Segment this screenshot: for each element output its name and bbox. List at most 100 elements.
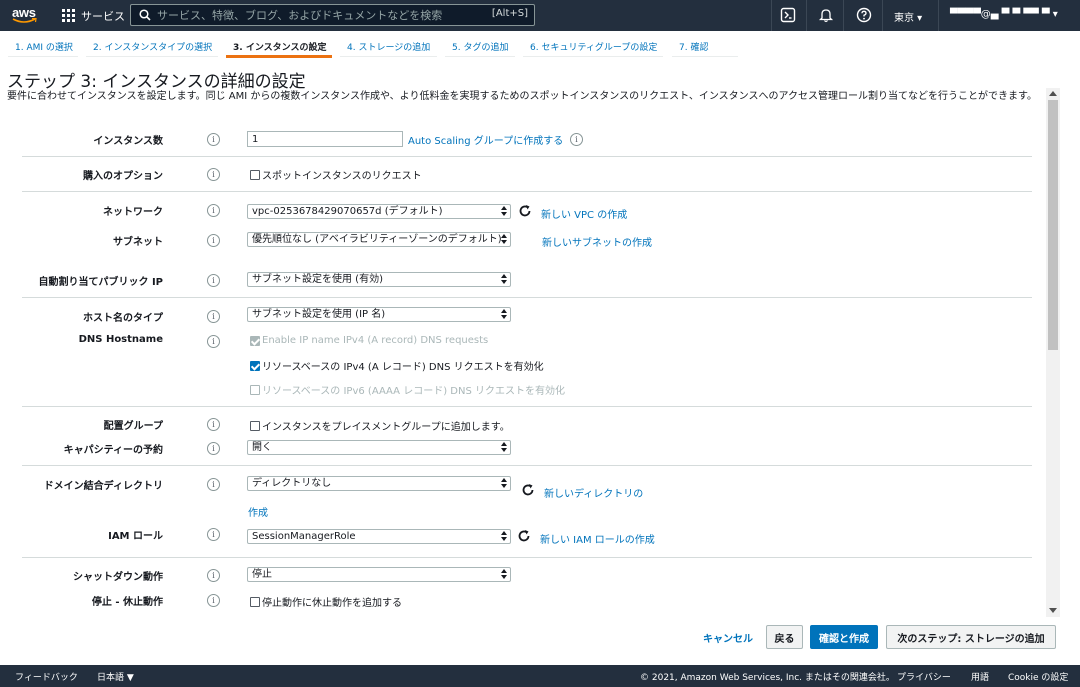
select-arrows-icon (499, 478, 508, 489)
hibernate-checkbox[interactable]: 停止動作に休止動作を追加する (250, 594, 402, 609)
dns-ipv6-resource-label: リソースベースの IPv6 (AAAA レコード) DNS リクエストを有効化 (262, 386, 565, 397)
help-icon[interactable] (856, 7, 872, 23)
domain-directory-label: ドメイン結合ディレクトリ (43, 481, 163, 492)
section-divider (22, 406, 1032, 407)
network-select[interactable]: vpc-0253678429070657d (デフォルト) (247, 204, 511, 219)
search-box[interactable]: [Alt+S] (130, 4, 535, 26)
auto-public-ip-info-icon[interactable]: i (207, 274, 220, 287)
step-tab-storage[interactable]: 4. ストレージの追加 (347, 40, 430, 53)
section-divider (22, 465, 1032, 466)
wizard-steps: 1. AMI の選択 2. インスタンスタイプの選択 3. インスタンスの設定 … (0, 31, 1080, 58)
purchase-option-info-icon[interactable]: i (207, 168, 220, 181)
select-arrows-icon (499, 531, 508, 542)
nav-divider (938, 0, 939, 31)
step-tab-ami[interactable]: 1. AMI の選択 (15, 40, 73, 53)
create-subnet-link[interactable]: 新しいサブネットの作成 (542, 234, 652, 249)
capacity-reservation-select[interactable]: 開く (247, 440, 511, 455)
nav-divider (882, 0, 883, 31)
language-selector[interactable]: 日本語 ▼ (97, 670, 134, 683)
create-vpc-link[interactable]: 新しい VPC の作成 (541, 206, 627, 221)
aws-logo[interactable]: aws (12, 4, 40, 26)
section-divider (22, 297, 1032, 298)
feedback-link[interactable]: フィードバック (15, 670, 78, 683)
refresh-network-icon[interactable] (518, 204, 532, 218)
privacy-link[interactable]: プライバシー (897, 670, 951, 683)
select-arrows-icon (499, 206, 508, 217)
iam-role-info-icon[interactable]: i (207, 528, 220, 541)
domain-directory-select[interactable]: ディレクトリなし (247, 476, 511, 491)
network-label: ネットワーク (103, 207, 163, 218)
cancel-button[interactable]: キャンセル (695, 625, 761, 649)
next-step-button[interactable]: 次のステップ: ストレージの追加 (886, 625, 1056, 649)
capacity-reservation-info-icon[interactable]: i (207, 442, 220, 455)
aws-smile-icon (12, 18, 37, 23)
select-arrows-icon (499, 309, 508, 320)
region-selector[interactable]: 東京 ▾ (894, 9, 922, 24)
dns-hostname-info-icon[interactable]: i (207, 335, 220, 348)
console-footer: フィードバック 日本語 ▼ © 2021, Amazon Web Service… (0, 665, 1080, 687)
terms-link[interactable]: 用語 (971, 670, 989, 683)
account-menu[interactable]: ▀▀▀▀@▄ ▀ ▀ ▀▀ ▀ ▾ (950, 9, 1058, 20)
select-arrows-icon (499, 234, 508, 245)
shutdown-behavior-value: 停止 (252, 569, 272, 580)
services-label: サービス (81, 9, 125, 23)
auto-scaling-info-icon[interactable]: i (570, 133, 583, 146)
section-divider (22, 156, 1032, 157)
domain-directory-value: ディレクトリなし (252, 478, 332, 489)
step-tab-instance-type[interactable]: 2. インスタンスタイプの選択 (93, 40, 212, 53)
network-info-icon[interactable]: i (207, 204, 220, 217)
step-tab-configure-instance[interactable]: 3. インスタンスの設定 (233, 40, 326, 53)
scroll-up-arrow-icon[interactable] (1049, 91, 1057, 96)
placement-group-info-icon[interactable]: i (207, 418, 220, 431)
select-arrows-icon (499, 569, 508, 580)
domain-directory-info-icon[interactable]: i (207, 478, 220, 491)
refresh-iam-icon[interactable] (517, 529, 531, 543)
checkbox-box[interactable] (250, 420, 260, 431)
nav-divider (806, 0, 807, 31)
checkbox-box[interactable] (250, 596, 260, 607)
instance-count-label: インスタンス数 (93, 136, 163, 147)
action-bar: キャンセル 戻る 確認と作成 次のステップ: ストレージの追加 (0, 617, 1080, 665)
auto-public-ip-select[interactable]: サブネット設定を使用 (有効) (247, 272, 511, 287)
dns-ipv4-resource-checkbox[interactable]: リソースベースの IPv4 (A レコード) DNS リクエストを有効化 (250, 358, 544, 373)
instance-count-info-icon[interactable]: i (207, 133, 220, 146)
create-directory-link-continued[interactable]: 作成 (248, 504, 268, 519)
create-directory-link[interactable]: 新しいディレクトリの (544, 485, 643, 500)
auto-public-ip-value: サブネット設定を使用 (有効) (252, 274, 383, 285)
refresh-directory-icon[interactable] (521, 483, 535, 497)
step-tab-tags[interactable]: 5. タグの追加 (452, 40, 508, 53)
dns-ipv4-resource-label: リソースベースの IPv4 (A レコード) DNS リクエストを有効化 (262, 362, 544, 373)
checkbox-box[interactable] (250, 169, 260, 180)
hostname-type-select[interactable]: サブネット設定を使用 (IP 名) (247, 307, 511, 322)
hostname-type-info-icon[interactable]: i (207, 310, 220, 323)
auto-scaling-link[interactable]: Auto Scaling グループに作成する (408, 132, 563, 147)
hostname-type-value: サブネット設定を使用 (IP 名) (252, 309, 386, 320)
scrollbar-thumb[interactable] (1048, 100, 1058, 350)
review-and-launch-button[interactable]: 確認と作成 (810, 625, 878, 649)
step-tab-review[interactable]: 7. 確認 (679, 40, 708, 53)
create-iam-role-link[interactable]: 新しい IAM ロールの作成 (540, 531, 655, 546)
scroll-down-arrow-icon[interactable] (1049, 608, 1057, 613)
back-button[interactable]: 戻る (766, 625, 803, 649)
stop-hibernate-info-icon[interactable]: i (207, 594, 220, 607)
search-input[interactable] (157, 7, 477, 23)
shutdown-behavior-info-icon[interactable]: i (207, 569, 220, 582)
shutdown-behavior-select[interactable]: 停止 (247, 567, 511, 582)
dns-ipv4-name-checkbox: Enable IP name IPv4 (A record) DNS reque… (250, 335, 488, 346)
cloudshell-icon[interactable] (780, 7, 796, 23)
cookie-settings-link[interactable]: Cookie の設定 (1008, 670, 1068, 683)
bell-icon[interactable] (818, 7, 834, 23)
page-description: 要件に合わせてインスタンスを設定します。同じ AMI からの複数インスタンス作成… (7, 91, 1037, 102)
select-arrows-icon (499, 274, 508, 285)
services-menu[interactable]: サービス (62, 7, 125, 24)
capacity-reservation-value: 開く (252, 442, 272, 453)
placement-group-checkbox[interactable]: インスタンスをプレイスメントグループに追加します。 (250, 418, 510, 433)
subnet-select[interactable]: 優先順位なし (アベイラビリティーゾーンのデフォルト) (247, 232, 511, 247)
step-tab-security-group[interactable]: 6. セキュリティグループの設定 (530, 40, 657, 53)
instance-count-input[interactable] (247, 131, 403, 147)
subnet-info-icon[interactable]: i (207, 234, 220, 247)
checkbox-box[interactable] (250, 360, 260, 371)
iam-role-select[interactable]: SessionManagerRole (247, 529, 511, 544)
spot-request-checkbox[interactable]: スポットインスタンスのリクエスト (250, 167, 422, 182)
spot-request-label: スポットインスタンスのリクエスト (262, 171, 422, 182)
